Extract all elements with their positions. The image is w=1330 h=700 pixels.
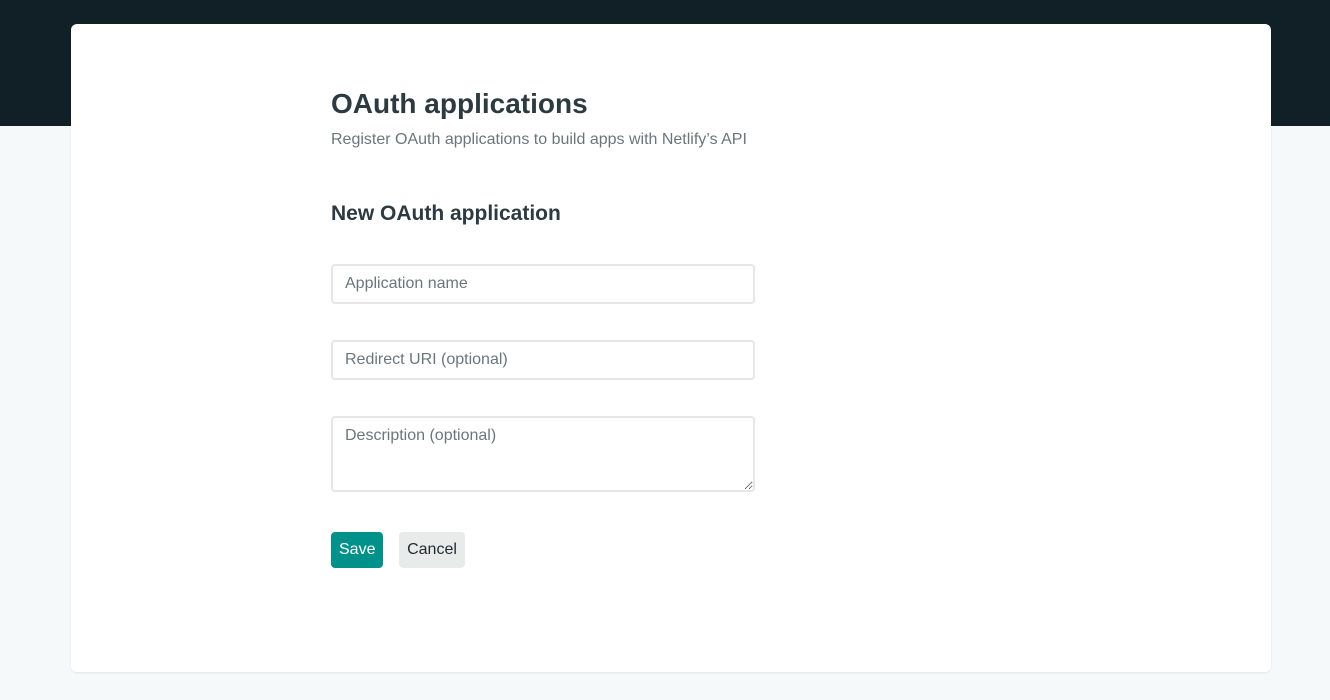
page-subtitle: Register OAuth applications to build app… [331,131,747,148]
application-name-input[interactable] [331,264,755,304]
cancel-button[interactable]: Cancel [399,532,465,568]
redirect-uri-input[interactable] [331,340,755,380]
description-textarea[interactable] [331,416,755,492]
page-title: OAuth applications [331,88,588,119]
content-card: OAuth applications Register OAuth applic… [71,24,1271,672]
form-heading: New OAuth application [331,202,561,225]
save-button[interactable]: Save [331,532,383,568]
